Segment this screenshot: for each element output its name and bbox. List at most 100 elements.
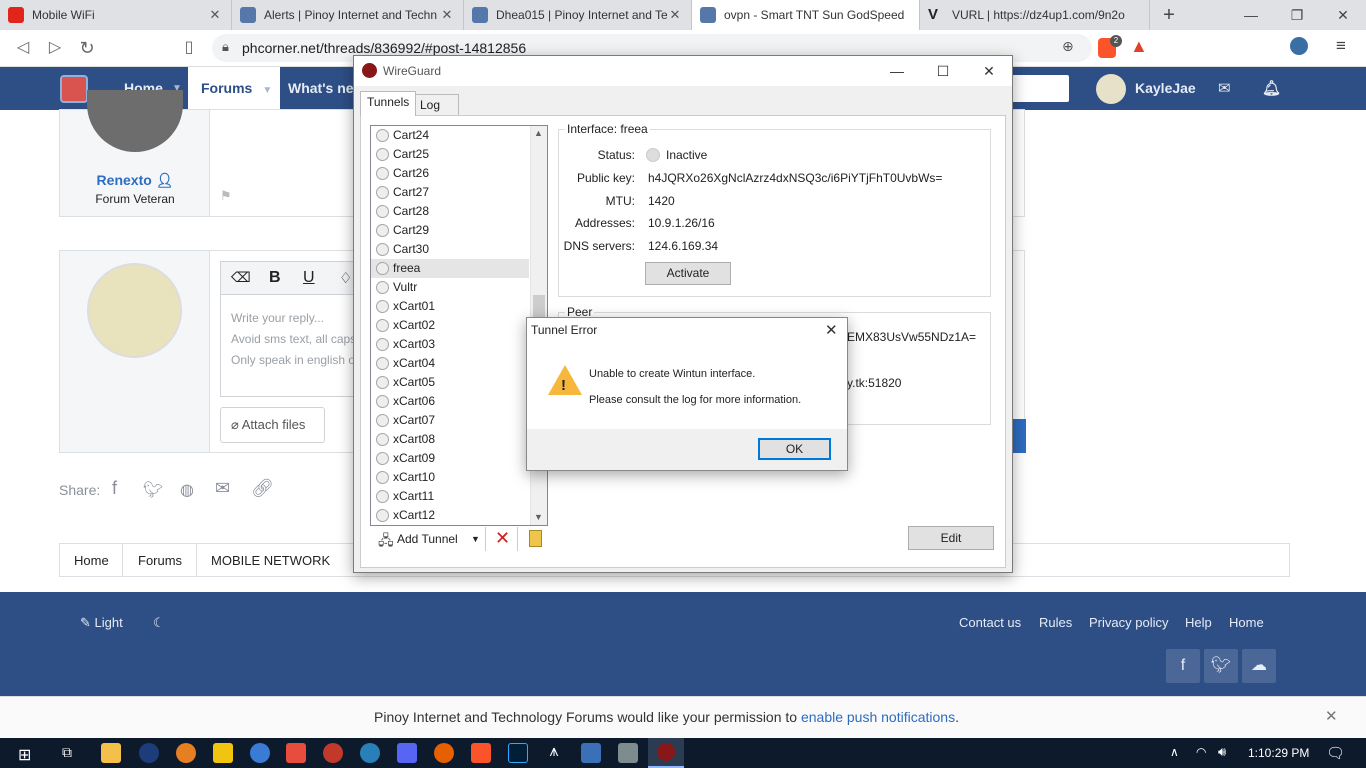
- tunnel-list-item[interactable]: xCart10: [371, 468, 529, 487]
- app-icon[interactable]: [323, 743, 343, 763]
- app-icon[interactable]: [360, 743, 380, 763]
- user-avatar[interactable]: [1096, 74, 1126, 104]
- tunnel-list-item[interactable]: xCart11: [371, 487, 529, 506]
- close-icon[interactable]: ✕: [825, 321, 838, 339]
- tunnel-list-item[interactable]: Cart25: [371, 145, 529, 164]
- brave-rewards-icon[interactable]: ▲: [1130, 36, 1148, 57]
- tab-tunnels[interactable]: Tunnels: [360, 91, 417, 116]
- scroll-up-icon[interactable]: ▲: [534, 128, 543, 138]
- app-icon[interactable]: [581, 743, 601, 763]
- tunnel-list-item[interactable]: xCart01: [371, 297, 529, 316]
- restore-browser-icon[interactable]: ❐: [1274, 0, 1320, 30]
- facebook-share-icon[interactable]: f: [112, 478, 117, 499]
- tunnel-list-item[interactable]: xCart03: [371, 335, 529, 354]
- tunnel-list-item[interactable]: freea: [371, 259, 529, 278]
- link-share-icon[interactable]: 🔗︎: [251, 478, 274, 499]
- mail-icon[interactable]: ✉: [1218, 67, 1231, 110]
- tunnel-list[interactable]: Cart24 Cart25 Cart26 Cart27 Cart28 Cart29 Cart…: [370, 125, 548, 526]
- tab-log[interactable]: Log: [413, 94, 459, 115]
- underline-button[interactable]: U: [303, 269, 315, 287]
- avatar[interactable]: [87, 90, 183, 152]
- search-input[interactable]: [1012, 75, 1069, 102]
- tunnel-list-item[interactable]: xCart07: [371, 411, 529, 430]
- reddit-share-icon[interactable]: ◍: [180, 480, 194, 500]
- app-icon[interactable]: [139, 743, 159, 763]
- close-tab-icon[interactable]: ✕: [439, 7, 455, 23]
- reply-input[interactable]: Write your reply... Avoid sms text, all …: [231, 308, 356, 371]
- dark-mode-icon[interactable]: ☾: [153, 615, 165, 631]
- twitter-share-icon[interactable]: 🐦︎: [143, 480, 163, 500]
- tunnel-list-item[interactable]: Vultr: [371, 278, 529, 297]
- edit-button[interactable]: Edit: [908, 526, 994, 550]
- brave-icon[interactable]: [471, 743, 491, 763]
- tray-chevron-icon[interactable]: ∧: [1170, 745, 1179, 759]
- close-icon[interactable]: ✕: [1325, 707, 1338, 725]
- discord-icon[interactable]: [397, 743, 417, 763]
- menu-icon[interactable]: ≡: [1336, 36, 1346, 56]
- app-icon[interactable]: [176, 743, 196, 763]
- facebook-icon[interactable]: f: [1166, 649, 1200, 683]
- scroll-down-icon[interactable]: ▼: [534, 512, 543, 522]
- forward-icon[interactable]: ▷: [44, 37, 66, 59]
- app-icon[interactable]: ⩚: [544, 743, 564, 763]
- close-browser-icon[interactable]: ✕: [1320, 0, 1366, 30]
- huawei-app-icon[interactable]: [286, 743, 306, 763]
- browser-tab[interactable]: Mobile WiFi ✕: [0, 0, 232, 30]
- bold-button[interactable]: B: [269, 269, 281, 287]
- avatar[interactable]: [87, 263, 182, 358]
- reload-icon[interactable]: ↻: [76, 37, 98, 59]
- footer-rules[interactable]: Rules: [1039, 615, 1072, 630]
- photoshop-icon[interactable]: [508, 743, 528, 763]
- tunnel-list-item[interactable]: xCart12: [371, 506, 529, 525]
- tunnel-list-item[interactable]: Cart27: [371, 183, 529, 202]
- volume-icon[interactable]: 🔊︎: [1218, 744, 1226, 760]
- share-page-icon[interactable]: ⊕: [1062, 38, 1074, 55]
- app-icon[interactable]: [213, 743, 233, 763]
- nav-forums[interactable]: Forums ▼: [188, 67, 280, 110]
- tunnel-list-item[interactable]: xCart06: [371, 392, 529, 411]
- tunnel-list-item[interactable]: xCart02: [371, 316, 529, 335]
- app-icon[interactable]: [618, 743, 638, 763]
- bell-icon[interactable]: 🔔︎: [1262, 67, 1281, 110]
- footer-help[interactable]: Help: [1185, 615, 1212, 630]
- back-icon[interactable]: ◁: [12, 37, 34, 59]
- export-zip-icon[interactable]: [529, 530, 542, 547]
- breadcrumb-forums[interactable]: Forums: [138, 553, 182, 568]
- browser-tab[interactable]: Alerts | Pinoy Internet and Techn ✕: [232, 0, 464, 30]
- add-tunnel-icon[interactable]: 🖧︎: [378, 530, 394, 554]
- new-tab-button[interactable]: +: [1158, 4, 1180, 26]
- tunnel-list-item[interactable]: Cart24: [371, 126, 529, 145]
- browser-tab[interactable]: Dhea015 | Pinoy Internet and Tec ✕: [464, 0, 692, 30]
- add-tunnel-dropdown-icon[interactable]: ▼: [471, 534, 480, 544]
- app-icon[interactable]: [250, 743, 270, 763]
- attach-files-button[interactable]: ⌀ Attach files: [220, 407, 325, 443]
- firefox-icon[interactable]: [434, 743, 454, 763]
- tunnel-list-item[interactable]: xCart04: [371, 354, 529, 373]
- notification-icon[interactable]: 🗨︎: [1326, 744, 1345, 762]
- footer-privacy-policy[interactable]: Privacy policy: [1089, 615, 1168, 630]
- add-tunnel-button[interactable]: Add Tunnel: [397, 532, 458, 546]
- bookmark-icon[interactable]: ▯: [178, 37, 200, 59]
- tunnel-list-item[interactable]: Cart29: [371, 221, 529, 240]
- breadcrumb-mobile-network[interactable]: MOBILE NETWORK: [211, 553, 330, 568]
- close-tab-icon[interactable]: ✕: [667, 7, 683, 23]
- activate-button[interactable]: Activate: [645, 262, 731, 285]
- tunnel-list-item[interactable]: xCart08: [371, 430, 529, 449]
- extension-icon[interactable]: [1290, 37, 1308, 55]
- eraser-icon[interactable]: ⌫: [231, 269, 251, 286]
- wireguard-taskbar-button[interactable]: [648, 738, 684, 768]
- email-share-icon[interactable]: ✉: [215, 478, 230, 499]
- enable-push-link[interactable]: enable push notifications: [801, 709, 955, 725]
- tunnel-list-item[interactable]: Cart28: [371, 202, 529, 221]
- site-logo[interactable]: [60, 75, 88, 103]
- user-name[interactable]: KayleJae: [1135, 67, 1196, 110]
- wifi-icon[interactable]: ◠: [1196, 745, 1206, 759]
- rss-cloud-icon[interactable]: ☁: [1242, 649, 1276, 683]
- flag-icon[interactable]: ⚑: [220, 188, 232, 204]
- clock[interactable]: 1:10:29 PM: [1248, 746, 1309, 760]
- browser-tab[interactable]: V VURL | https://dz4up1.com/9n2o: [920, 0, 1150, 30]
- twitter-icon[interactable]: 🐦︎: [1204, 649, 1238, 683]
- ok-button[interactable]: OK: [758, 438, 831, 460]
- light-style-link[interactable]: ✎ Light: [80, 615, 123, 631]
- task-view-icon[interactable]: ⧉: [62, 744, 72, 761]
